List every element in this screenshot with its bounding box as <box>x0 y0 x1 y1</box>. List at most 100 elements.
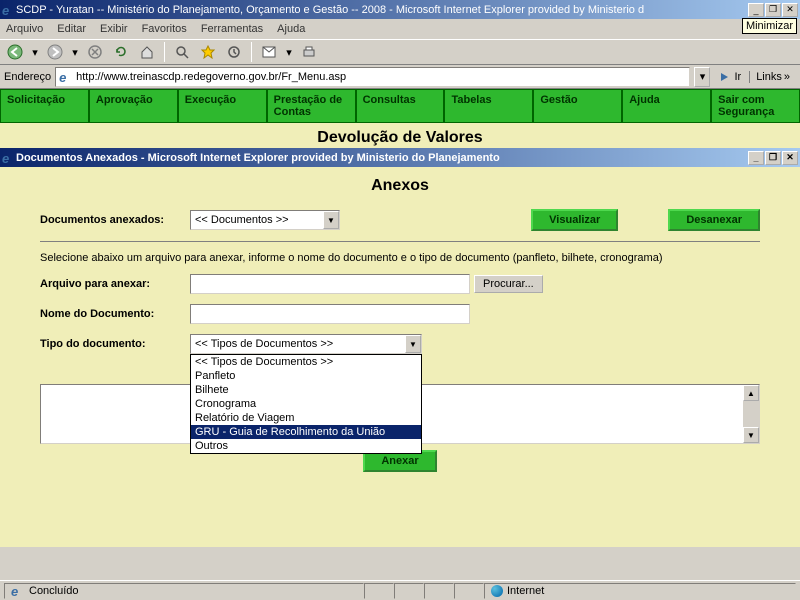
toolbar: ▾ ▾ ▾ <box>0 39 800 65</box>
docs-select-text: << Documentos >> <box>191 214 323 226</box>
status-cell-1 <box>364 583 394 599</box>
status-cell-2 <box>394 583 424 599</box>
go-label: Ir <box>734 71 741 83</box>
tab-consultas[interactable]: Consultas <box>356 89 445 123</box>
page-title: Devolução de Valores <box>0 127 800 149</box>
mail-button[interactable] <box>258 41 280 63</box>
links-label: Links <box>756 71 782 83</box>
nav-tabs: Solicitação Aprovação Execução Prestação… <box>0 89 800 123</box>
forward-dropdown[interactable]: ▾ <box>70 41 80 63</box>
tab-gestao[interactable]: Gestão <box>533 89 622 123</box>
stop-button[interactable] <box>84 41 106 63</box>
history-button[interactable] <box>223 41 245 63</box>
popup-restore-button[interactable]: ❐ <box>765 151 781 165</box>
main-content: Solicitação Aprovação Execução Prestação… <box>0 89 800 127</box>
status-text: Concluído <box>29 585 79 597</box>
statusbar: Concluído Internet <box>0 580 800 600</box>
tipo-select-text: << Tipos de Documentos >> <box>191 338 405 350</box>
visualizar-button[interactable]: Visualizar <box>531 209 618 231</box>
links-button[interactable]: Links » <box>749 71 796 83</box>
tipo-select-btn[interactable]: ▼ <box>405 335 421 353</box>
menu-ferramentas[interactable]: Ferramentas <box>201 23 263 35</box>
tipo-option[interactable]: << Tipos de Documentos >> <box>191 355 421 369</box>
main-title-text: SCDP - Yuratan -- Ministério do Planejam… <box>16 4 748 16</box>
minimize-tooltip: Minimizar <box>742 18 797 34</box>
menu-arquivo[interactable]: Arquivo <box>6 23 43 35</box>
back-button[interactable] <box>4 41 26 63</box>
go-button[interactable]: Ir <box>714 70 745 84</box>
tab-ajuda[interactable]: Ajuda <box>622 89 711 123</box>
status-ie-icon <box>11 584 25 598</box>
tipo-option[interactable]: Outros <box>191 439 421 453</box>
links-chevron-icon: » <box>784 71 790 83</box>
docs-select[interactable]: << Documentos >> ▼ <box>190 210 340 230</box>
globe-icon <box>491 585 503 597</box>
tab-prestacao[interactable]: Prestação de Contas <box>267 89 356 123</box>
minimize-button[interactable]: _ <box>748 3 764 17</box>
arquivo-label: Arquivo para anexar: <box>40 278 190 290</box>
tipo-option[interactable]: GRU - Guia de Recolhimento da União <box>191 425 421 439</box>
popup-close-button[interactable]: ✕ <box>782 151 798 165</box>
popup-heading: Anexos <box>40 177 760 195</box>
desanexar-button[interactable]: Desanexar <box>668 209 760 231</box>
nome-label: Nome do Documento: <box>40 308 190 320</box>
address-dropdown[interactable]: ▾ <box>694 67 710 87</box>
popup-minimize-button[interactable]: _ <box>748 151 764 165</box>
status-text-section: Concluído <box>4 583 364 599</box>
address-input[interactable]: http://www.treinascdp.redegoverno.gov.br… <box>55 67 690 87</box>
menubar: Arquivo Editar Exibir Favoritos Ferramen… <box>0 19 800 39</box>
docs-label: Documentos anexados: <box>40 214 190 226</box>
tipo-label: Tipo do documento: <box>40 338 190 350</box>
textarea-scrollbar[interactable]: ▲ ▼ <box>743 385 759 443</box>
status-cell-3 <box>424 583 454 599</box>
tab-tabelas[interactable]: Tabelas <box>444 89 533 123</box>
search-button[interactable] <box>171 41 193 63</box>
internet-zone: Internet <box>484 583 796 599</box>
favorites-button[interactable] <box>197 41 219 63</box>
tab-solicitacao[interactable]: Solicitação <box>0 89 89 123</box>
status-cell-4 <box>454 583 484 599</box>
instruction-text: Selecione abaixo um arquivo para anexar,… <box>40 252 760 264</box>
scroll-up-icon[interactable]: ▲ <box>743 385 759 401</box>
zone-text: Internet <box>507 585 544 597</box>
tipo-option[interactable]: Panfleto <box>191 369 421 383</box>
forward-button[interactable] <box>44 41 66 63</box>
menu-exibir[interactable]: Exibir <box>100 23 128 35</box>
tipo-option[interactable]: Bilhete <box>191 383 421 397</box>
page-icon <box>59 70 73 84</box>
scroll-down-icon[interactable]: ▼ <box>743 427 759 443</box>
tab-execucao[interactable]: Execução <box>178 89 267 123</box>
popup-title-text: Documentos Anexados - Microsoft Internet… <box>16 152 748 164</box>
popup-ie-icon <box>2 151 16 165</box>
address-label: Endereço <box>4 71 51 83</box>
tipo-option[interactable]: Relatório de Viagem <box>191 411 421 425</box>
ie-icon <box>2 3 16 17</box>
menu-favoritos[interactable]: Favoritos <box>142 23 187 35</box>
menu-editar[interactable]: Editar <box>57 23 86 35</box>
divider <box>40 241 760 242</box>
restore-button[interactable]: ❐ <box>765 3 781 17</box>
popup-window: Documentos Anexados - Microsoft Internet… <box>0 148 800 547</box>
mail-dropdown[interactable]: ▾ <box>284 41 294 63</box>
tipo-dropdown-list: << Tipos de Documentos >>PanfletoBilhete… <box>190 354 422 454</box>
back-dropdown[interactable]: ▾ <box>30 41 40 63</box>
tipo-select[interactable]: << Tipos de Documentos >> ▼ <box>190 334 422 354</box>
address-bar: Endereço http://www.treinascdp.redegover… <box>0 65 800 89</box>
home-button[interactable] <box>136 41 158 63</box>
nome-input[interactable] <box>190 304 470 324</box>
tab-aprovacao[interactable]: Aprovação <box>89 89 178 123</box>
tab-sair[interactable]: Sair com Segurança <box>711 89 800 123</box>
docs-select-btn[interactable]: ▼ <box>323 211 339 229</box>
procurar-button[interactable]: Procurar... <box>474 275 543 293</box>
refresh-button[interactable] <box>110 41 132 63</box>
popup-content: Anexos Documentos anexados: << Documento… <box>0 167 800 547</box>
main-titlebar: SCDP - Yuratan -- Ministério do Planejam… <box>0 0 800 19</box>
tipo-option[interactable]: Cronograma <box>191 397 421 411</box>
arquivo-input[interactable] <box>190 274 470 294</box>
address-url: http://www.treinascdp.redegoverno.gov.br… <box>76 71 346 83</box>
menu-ajuda[interactable]: Ajuda <box>277 23 305 35</box>
close-button[interactable]: ✕ <box>782 3 798 17</box>
go-icon <box>718 70 732 84</box>
popup-titlebar: Documentos Anexados - Microsoft Internet… <box>0 148 800 167</box>
print-button[interactable] <box>298 41 320 63</box>
